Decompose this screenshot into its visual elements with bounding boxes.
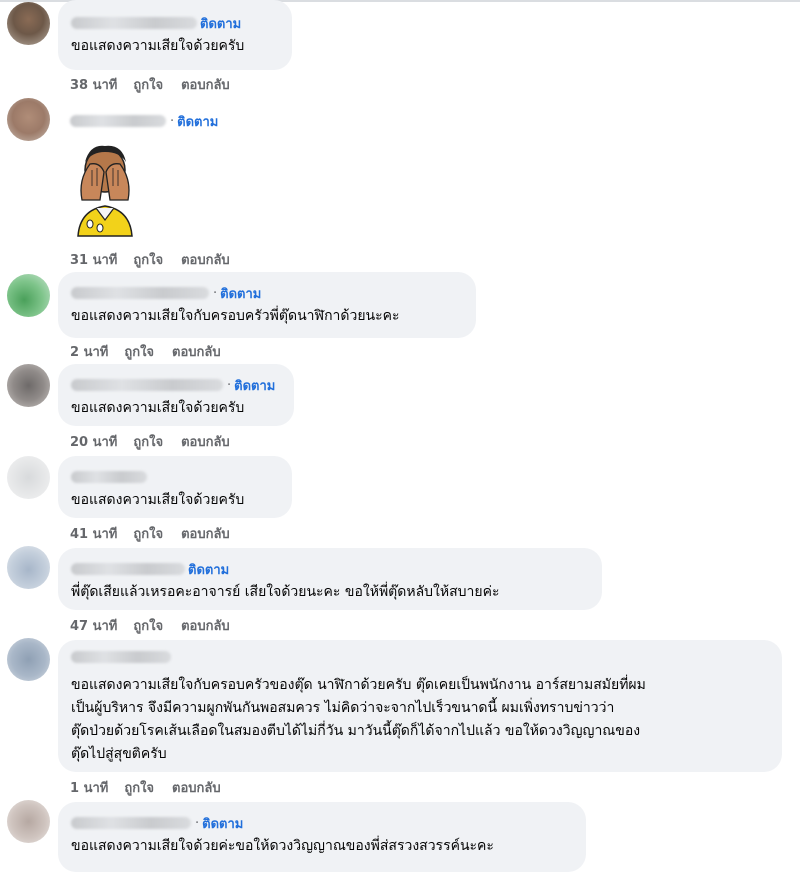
reply-button[interactable]: ตอบกลับ [181, 249, 230, 270]
comment-text: ขอแสดงความเสียใจกับครอบครัวพี่ตุ๊ดนาฬิกา… [71, 308, 400, 324]
follow-link[interactable]: ติดตาม [202, 813, 243, 834]
commenter-name-row: · ติดตาม [71, 284, 464, 302]
commenter-name[interactable] [71, 651, 171, 663]
comment-actions: 1 นาที ถูกใจ ตอบกลับ [70, 777, 239, 798]
commenter-name-row: · ติดตาม [70, 112, 218, 130]
commenter-name[interactable] [71, 563, 185, 575]
comment-text: ขอแสดงความเสียใจด้วยครับ [71, 492, 245, 508]
commenter-name[interactable] [71, 471, 147, 483]
commenter-name-row [71, 468, 280, 486]
follow-link[interactable]: ติดตาม [220, 283, 261, 304]
comment-text-line-1: ขอแสดงความเสียใจกับครอบครัวของตุ๊ด นาฬิก… [71, 677, 646, 693]
like-button[interactable]: ถูกใจ [133, 431, 163, 452]
like-button[interactable]: ถูกใจ [133, 74, 163, 95]
comment-actions: 2 นาที ถูกใจ ตอบกลับ [70, 341, 239, 362]
comment-text-line-4: ตุ๊ดไปสู่สุขติครับ [71, 746, 167, 762]
comment-actions: 20 นาที ถูกใจ ตอบกลับ [70, 431, 248, 452]
commenter-name-row: · ติดตาม [71, 376, 282, 394]
avatar[interactable] [7, 98, 50, 141]
commenter-name-row: ติดตาม [71, 14, 280, 32]
comment-bubble: ติดตาม ขอแสดงความเสียใจด้วยครับ [58, 0, 292, 70]
follow-link[interactable]: ติดตาม [188, 559, 229, 580]
avatar[interactable] [7, 274, 50, 317]
commenter-name-row [71, 648, 770, 666]
comment-text: ขอแสดงความเสียใจด้วยค่ะขอให้ดวงวิญญาณของ… [71, 838, 494, 854]
comment-text-line-3: ตุ๊ดป่วยด้วยโรคเส้นเลือดในสมองตีบได้ไม่ก… [71, 723, 641, 739]
reply-button[interactable]: ตอบกลับ [181, 523, 230, 544]
follow-link[interactable]: ติดตาม [200, 13, 241, 34]
comment-bubble: ติดตาม พี่ตุ๊ดเสียแล้วเหรอคะอาจารย์ เสีย… [58, 548, 602, 610]
avatar[interactable] [7, 456, 50, 499]
comment-time[interactable]: 41 นาที [70, 523, 117, 544]
crying-face-sticker[interactable] [70, 140, 140, 244]
separator-dot: · [170, 113, 175, 129]
commenter-name-row: · ติดตาม [71, 814, 574, 832]
comment-text-line-2: เป็นผู้บริหาร จึงมีความผูกพันกันพอสมควร … [71, 700, 615, 716]
like-button[interactable]: ถูกใจ [124, 341, 154, 362]
reply-button[interactable]: ตอบกลับ [181, 615, 230, 636]
comment-time[interactable]: 38 นาที [70, 74, 117, 95]
comment-bubble: ขอแสดงความเสียใจกับครอบครัวของตุ๊ด นาฬิก… [58, 640, 782, 772]
commenter-name[interactable] [70, 115, 166, 127]
comment-time[interactable]: 47 นาที [70, 615, 117, 636]
reply-button[interactable]: ตอบกลับ [172, 777, 221, 798]
avatar[interactable] [7, 2, 50, 45]
commenter-name-row: ติดตาม [71, 560, 590, 578]
separator-dot: · [227, 377, 232, 393]
comment-time[interactable]: 31 นาที [70, 249, 117, 270]
like-button[interactable]: ถูกใจ [133, 249, 163, 270]
reply-button[interactable]: ตอบกลับ [172, 341, 221, 362]
reply-button[interactable]: ตอบกลับ [181, 431, 230, 452]
comment-text: พี่ตุ๊ดเสียแล้วเหรอคะอาจารย์ เสียใจด้วยน… [71, 584, 500, 600]
separator-dot: · [195, 815, 200, 831]
avatar[interactable] [7, 638, 50, 681]
comment-time[interactable]: 1 นาที [70, 777, 108, 798]
crying-face-icon [77, 145, 133, 237]
comment-text: ขอแสดงความเสียใจด้วยครับ [71, 400, 245, 416]
like-button[interactable]: ถูกใจ [133, 523, 163, 544]
follow-link[interactable]: ติดตาม [234, 375, 275, 396]
comment-actions: 47 นาที ถูกใจ ตอบกลับ [70, 615, 248, 636]
avatar[interactable] [7, 800, 50, 843]
commenter-name[interactable] [71, 287, 209, 299]
comment-bubble: · ติดตาม ขอแสดงความเสียใจด้วยครับ [58, 364, 294, 426]
like-button[interactable]: ถูกใจ [133, 615, 163, 636]
follow-link[interactable]: ติดตาม [177, 111, 218, 132]
separator-dot: · [213, 285, 218, 301]
comment-bubble: · ติดตาม ขอแสดงความเสียใจด้วยค่ะขอให้ดวง… [58, 802, 586, 872]
comment-time[interactable]: 20 นาที [70, 431, 117, 452]
comment-text: ขอแสดงความเสียใจด้วยครับ [71, 38, 245, 54]
comment-actions: 38 นาที ถูกใจ ตอบกลับ [70, 74, 248, 95]
commenter-name[interactable] [71, 17, 197, 29]
avatar[interactable] [7, 364, 50, 407]
comment-bubble: · ติดตาม ขอแสดงความเสียใจกับครอบครัวพี่ต… [58, 272, 476, 338]
comment-actions: 31 นาที ถูกใจ ตอบกลับ [70, 249, 248, 270]
commenter-name[interactable] [71, 817, 191, 829]
commenter-name[interactable] [71, 379, 223, 391]
comment-time[interactable]: 2 นาที [70, 341, 108, 362]
comment-actions: 41 นาที ถูกใจ ตอบกลับ [70, 523, 248, 544]
like-button[interactable]: ถูกใจ [124, 777, 154, 798]
comment-bubble: ขอแสดงความเสียใจด้วยครับ [58, 456, 292, 518]
avatar[interactable] [7, 546, 50, 589]
reply-button[interactable]: ตอบกลับ [181, 74, 230, 95]
